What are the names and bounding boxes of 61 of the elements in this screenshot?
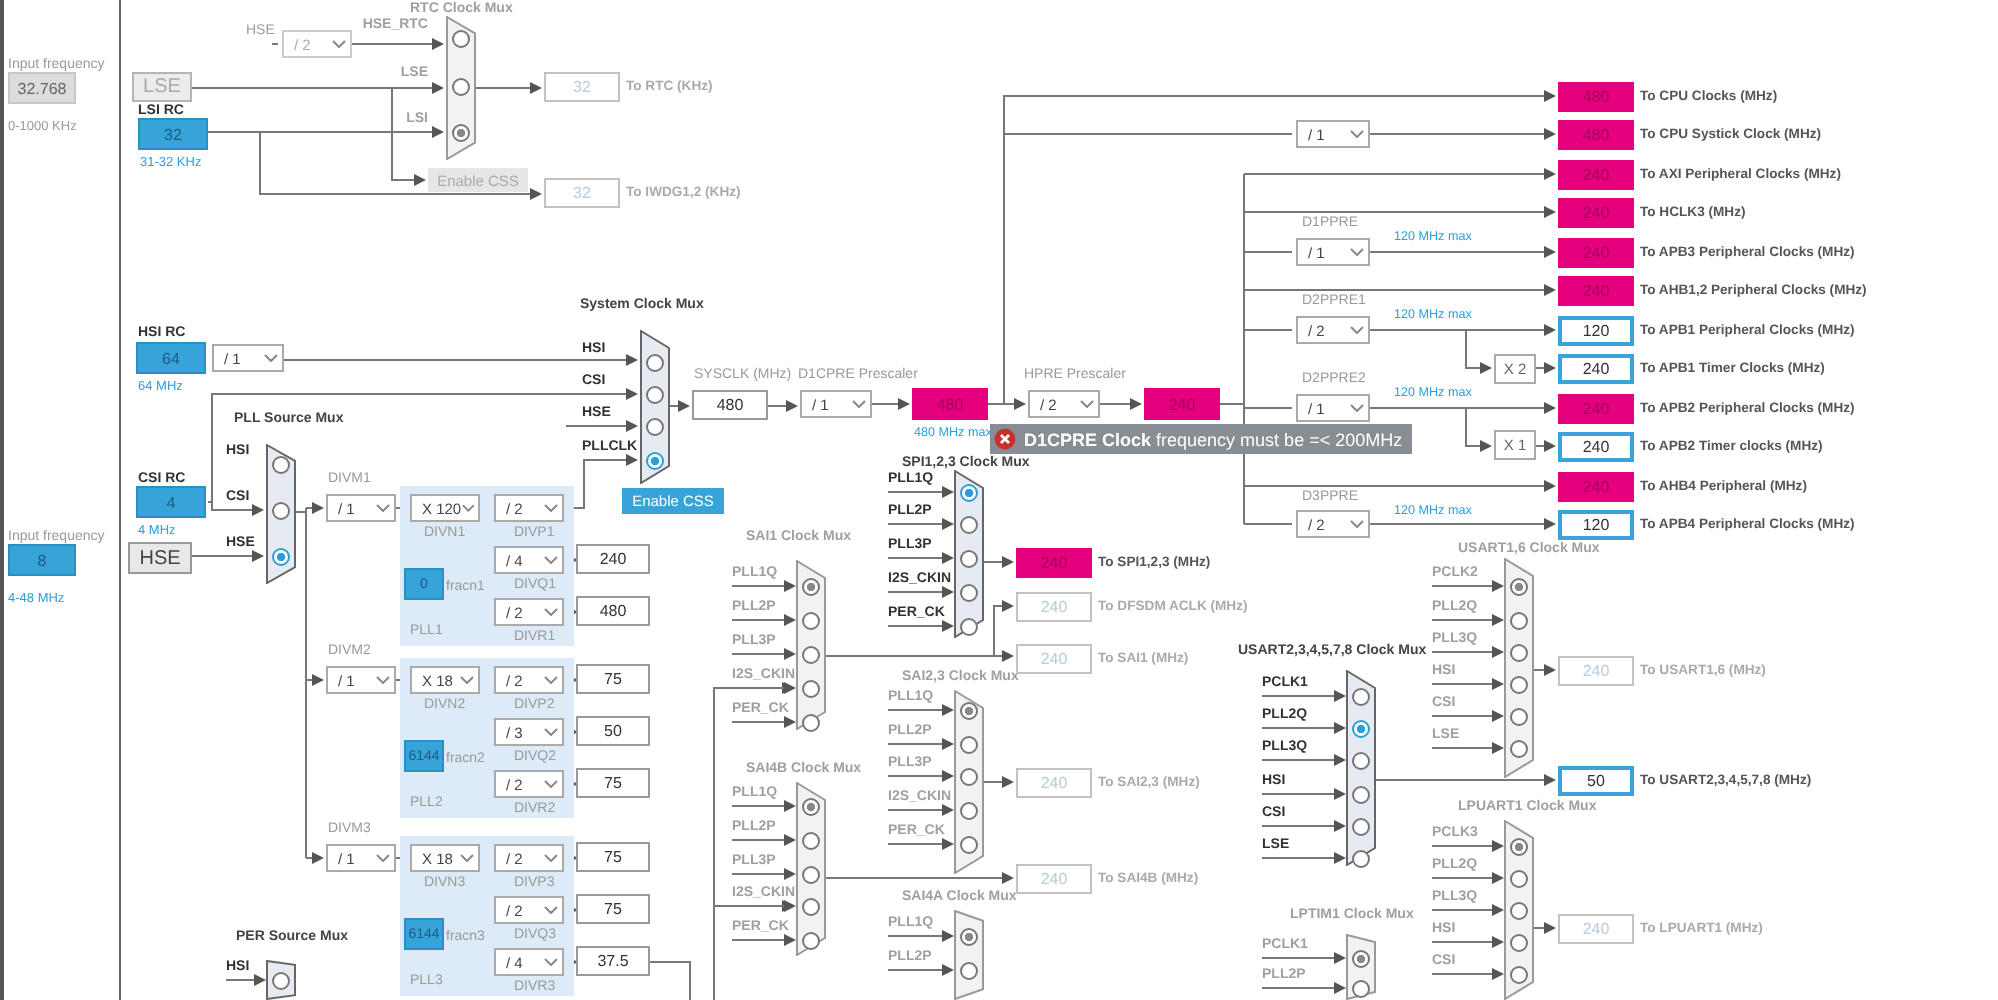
chevron-down-icon [1350,326,1364,334]
clock-output-value: 32 [544,72,620,102]
chevron-down-icon [376,504,390,512]
clock-output-value: 480 [1558,82,1634,112]
chevron-down-icon [460,854,474,862]
clock-output-value: 240 [1558,198,1634,228]
chevron-down-icon [1350,520,1364,528]
chevron-down-icon [544,676,558,684]
chevron-down-icon [544,958,558,966]
oscillator-source-box[interactable]: HSE [128,542,192,574]
bus-clock-value: 480 [912,388,988,420]
chevron-down-icon [544,780,558,788]
clock-output-value: 480 [1558,120,1634,150]
pll-output-value: 75 [576,894,650,924]
clock-output-value: 240 [1558,914,1634,944]
pll-output-value: 75 [576,842,650,872]
clock-output-value: 240 [1558,354,1634,384]
pll-output-value: 75 [576,768,650,798]
chevron-down-icon [852,400,866,408]
bus-clock-value: 240 [1144,388,1220,420]
chevron-down-icon [544,906,558,914]
clock-output-value: 240 [1016,864,1092,894]
clock-output-value: 240 [1016,644,1092,674]
clock-output-value: 240 [1558,432,1634,462]
chevron-down-icon [461,504,474,512]
clock-output-value: 240 [1558,394,1634,424]
clock-output-value: 32 [544,178,620,208]
pll-output-value: 480 [576,596,650,626]
chevron-down-icon [544,556,558,564]
clock-output-value: 240 [1016,548,1092,578]
chevron-down-icon [544,728,558,736]
pll-output-value: 240 [576,544,650,574]
clock-output-value: 240 [1558,160,1634,190]
clock-output-value: 50 [1558,766,1634,796]
chevron-down-icon [376,676,390,684]
chevron-down-icon [544,608,558,616]
chevron-down-icon [1350,404,1364,412]
clock-output-value: 240 [1558,656,1634,686]
clock-output-value: 240 [1558,472,1634,502]
sysclk-value: 480 [692,390,768,420]
error-message: D1CPRE Clock frequency must be =< 200MHz [1024,429,1403,449]
chevron-down-icon [332,40,346,48]
clock-output-value: 120 [1558,510,1634,540]
error-icon [994,428,1016,450]
clock-output-value: 240 [1016,592,1092,622]
chevron-down-icon [1080,400,1094,408]
pll-output-value: 37.5 [576,946,650,976]
chevron-down-icon [264,354,278,362]
pll-output-value: 75 [576,664,650,694]
clock-output-value: 240 [1558,276,1634,306]
chevron-down-icon [544,854,558,862]
chevron-down-icon [460,676,474,684]
chevron-down-icon [376,854,390,862]
clock-output-value: 120 [1558,316,1634,346]
pll-output-value: 50 [576,716,650,746]
chevron-down-icon [1350,130,1364,138]
clock-output-value: 240 [1016,768,1092,798]
chevron-down-icon [544,504,558,512]
clock-output-value: 240 [1558,238,1634,268]
chevron-down-icon [1350,248,1364,256]
frequency-input-field[interactable]: 32.768 [8,72,76,104]
